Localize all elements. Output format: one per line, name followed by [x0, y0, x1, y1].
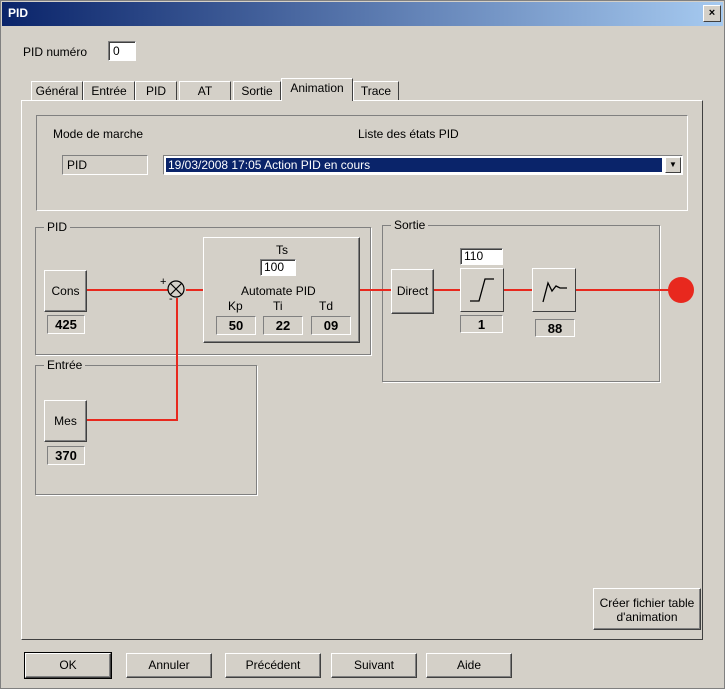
states-label: Liste des états PID — [358, 127, 459, 141]
states-combo[interactable]: 19/03/2008 17:05 Action PID en cours ▼ — [163, 155, 683, 175]
cons-value: 425 — [47, 315, 85, 334]
cons-signal-line — [87, 289, 168, 291]
feedback-vertical-line — [176, 298, 178, 421]
previous-button[interactable]: Précédent — [225, 653, 321, 678]
mode-label: Mode de marche — [53, 127, 144, 141]
close-button[interactable]: × — [703, 5, 721, 22]
minus-sign: - — [169, 293, 173, 305]
states-selected: 19/03/2008 17:05 Action PID en cours — [166, 158, 662, 172]
tab-at[interactable]: AT — [179, 81, 231, 100]
next-button[interactable]: Suivant — [331, 653, 417, 678]
pid-numero-input[interactable]: 0 — [108, 41, 136, 61]
limit-out-line — [504, 289, 532, 291]
title-bar: PID × — [2, 2, 723, 26]
pid-group-title: PID — [44, 220, 71, 234]
output-line — [576, 289, 676, 291]
create-button-line2: d'animation — [616, 610, 678, 624]
kp-value: 50 — [216, 316, 256, 335]
tab-pid[interactable]: PID — [135, 81, 177, 100]
cons-button[interactable]: Cons — [44, 270, 87, 312]
direct-button[interactable]: Direct — [391, 269, 434, 314]
dropdown-arrow-icon[interactable]: ▼ — [665, 157, 681, 173]
tab-sortie[interactable]: Sortie — [233, 81, 281, 100]
tab-trace[interactable]: Trace — [353, 81, 399, 100]
mes-button[interactable]: Mes — [44, 400, 87, 442]
mes-value: 370 — [47, 446, 85, 465]
step-response-icon — [542, 281, 567, 303]
pid-out-line — [359, 289, 391, 291]
plus-sign: + — [160, 276, 167, 288]
window-title: PID — [8, 6, 29, 20]
help-button[interactable]: Aide — [426, 653, 512, 678]
ok-button[interactable]: OK — [25, 653, 111, 678]
limit-value: 110 — [460, 248, 503, 265]
output-indicator — [668, 277, 694, 303]
tab-general[interactable]: Général — [31, 81, 83, 100]
sortie-group-title: Sortie — [391, 218, 429, 232]
kp-label: Kp — [228, 299, 243, 313]
response-block[interactable] — [532, 268, 576, 312]
mes-signal-line — [87, 419, 178, 421]
automate-label: Automate PID — [241, 284, 316, 298]
create-button-line1: Créer fichier table — [599, 596, 695, 610]
mode-value: PID — [62, 155, 148, 175]
cancel-button[interactable]: Annuler — [126, 653, 212, 678]
response-value: 88 — [535, 319, 575, 337]
tab-animation[interactable]: Animation — [281, 78, 353, 101]
pid-dialog: PID × PID numéro 0 Général Entrée PID AT… — [0, 0, 725, 689]
td-value: 09 — [311, 316, 351, 335]
ti-label: Ti — [273, 299, 283, 313]
direct-out-line — [434, 289, 460, 291]
step-value: 1 — [460, 315, 503, 333]
tab-entree[interactable]: Entrée — [83, 81, 135, 100]
limiter-block[interactable] — [460, 268, 504, 312]
create-animation-file-button[interactable]: Créer fichier table d'animation — [593, 588, 701, 630]
ts-value: 100 — [260, 259, 296, 276]
pid-numero-label: PID numéro — [23, 45, 88, 59]
entree-group-title: Entrée — [44, 358, 86, 372]
ramp-icon — [470, 278, 494, 302]
ti-value: 22 — [263, 316, 303, 335]
td-label: Td — [319, 299, 334, 313]
ts-label: Ts — [276, 243, 288, 257]
